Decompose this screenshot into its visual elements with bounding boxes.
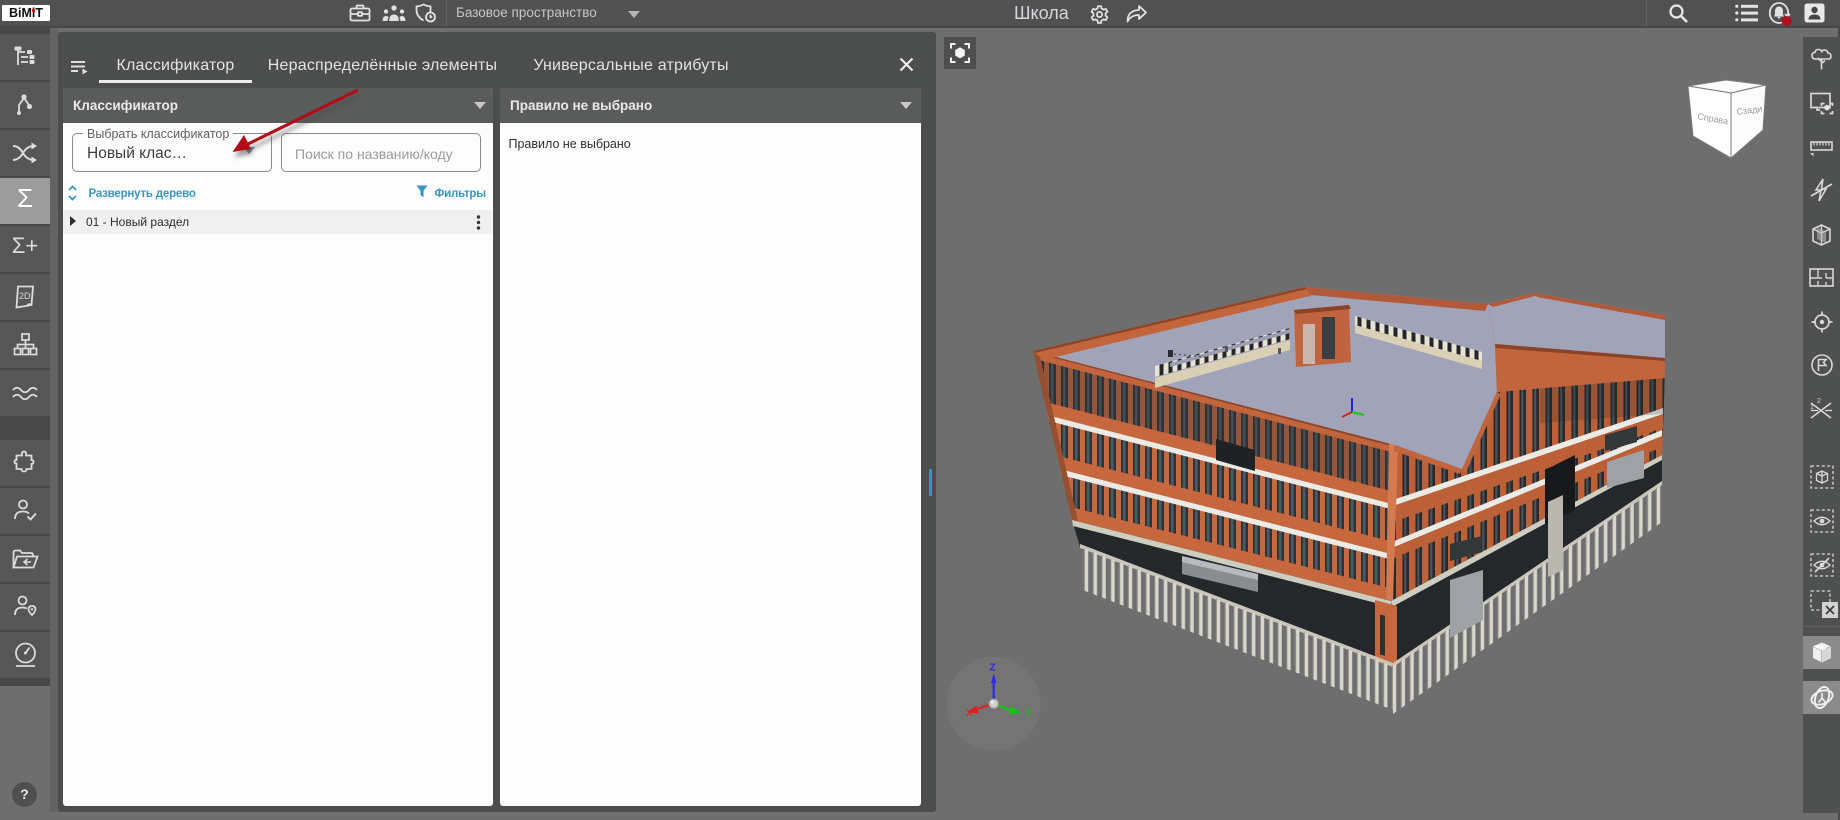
svg-text:Y: Y xyxy=(1025,708,1032,719)
svg-text:Z: Z xyxy=(990,663,996,674)
svg-text:X: X xyxy=(966,708,973,719)
svg-text:2: 2 xyxy=(1817,398,1821,405)
svg-text:1: 1 xyxy=(1810,404,1814,411)
svg-text:2D: 2D xyxy=(19,291,31,301)
